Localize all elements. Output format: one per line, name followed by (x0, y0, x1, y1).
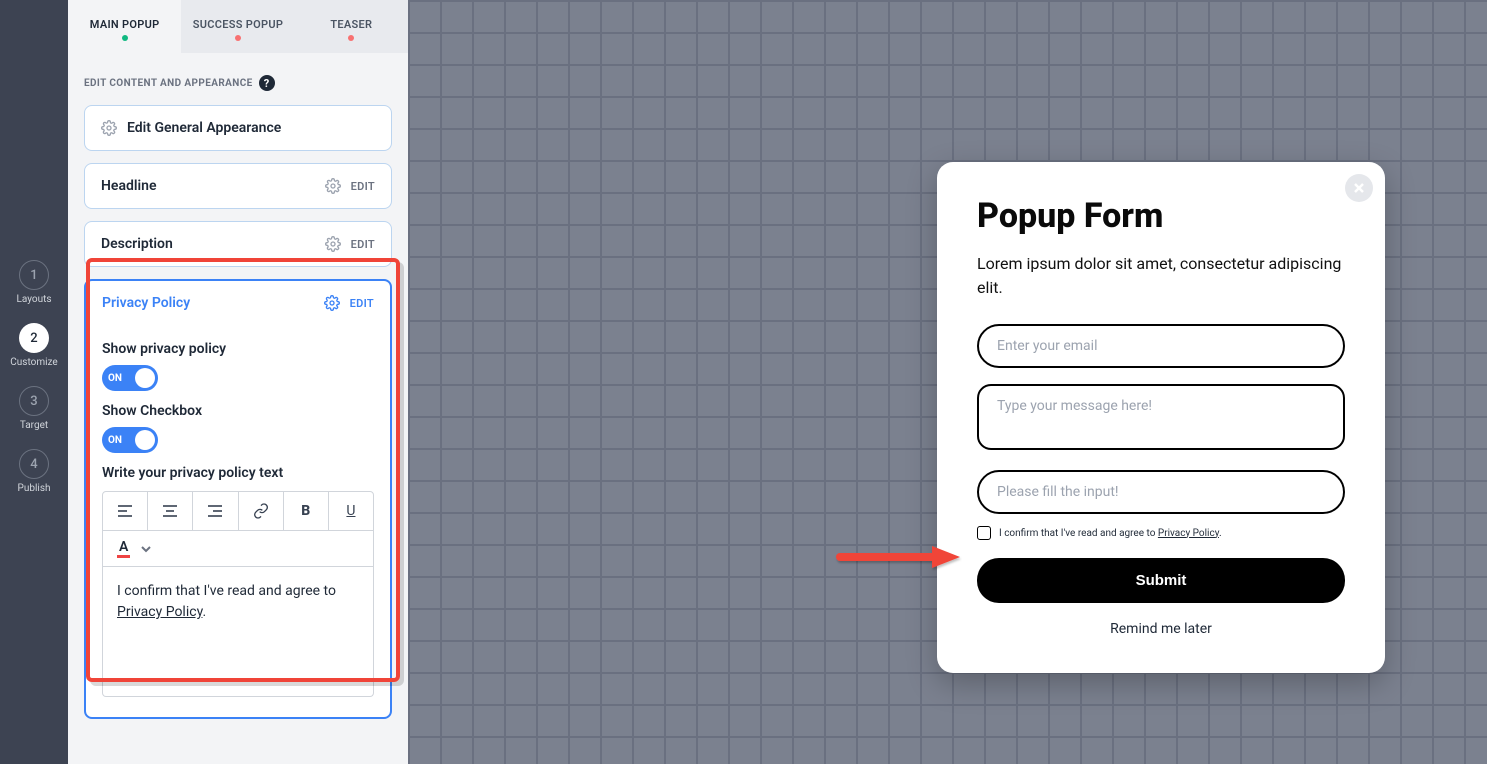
align-right-button[interactable] (193, 492, 238, 530)
nav-step-number: 1 (19, 260, 49, 290)
nav-step-label: Layouts (16, 294, 51, 305)
nav-step-layouts[interactable]: 1 Layouts (16, 260, 51, 305)
status-dot-icon (235, 35, 241, 41)
bold-button[interactable]: B (284, 492, 329, 530)
edit-label: EDIT (350, 297, 374, 310)
nav-step-publish[interactable]: 4 Publish (18, 449, 51, 494)
nav-step-number: 3 (19, 386, 49, 416)
nav-step-number: 2 (19, 323, 49, 353)
toggle-state: ON (108, 373, 122, 384)
gear-icon (325, 178, 341, 194)
card-privacy-policy: Privacy Policy EDIT Show privacy policy … (84, 279, 392, 719)
card-title: Description (101, 236, 315, 252)
gear-icon (324, 295, 340, 311)
link-button[interactable] (239, 492, 284, 530)
toggle-show-privacy[interactable]: ON (102, 365, 158, 391)
message-textarea[interactable] (977, 384, 1345, 450)
privacy-consent-text: I confirm that I've read and agree to Pr… (999, 528, 1222, 539)
tab-teaser[interactable]: TEASER (295, 0, 408, 53)
underline-button[interactable]: U (329, 492, 373, 530)
tab-label: TEASER (330, 18, 372, 31)
section-heading-text: EDIT CONTENT AND APPEARANCE (84, 78, 253, 89)
card-title: Edit General Appearance (127, 120, 375, 136)
card-title: Headline (101, 178, 315, 194)
option-label-show-checkbox: Show Checkbox (102, 403, 374, 419)
card-body: Show privacy policy ON Show Checkbox ON … (86, 325, 390, 717)
submit-button[interactable]: Submit (977, 558, 1345, 603)
card-general-appearance[interactable]: Edit General Appearance (84, 105, 392, 151)
popup-preview-window[interactable]: Popup Form Lorem ipsum dolor sit amet, c… (937, 162, 1385, 673)
help-icon[interactable]: ? (259, 75, 275, 91)
privacy-prefix: I confirm that I've read and agree to (999, 528, 1158, 539)
nav-step-number: 4 (19, 449, 49, 479)
edit-label: EDIT (351, 238, 375, 251)
privacy-suffix: . (1219, 528, 1222, 539)
align-left-button[interactable] (103, 492, 148, 530)
status-dot-icon (348, 35, 354, 41)
nav-step-label: Target (20, 420, 48, 431)
nav-step-customize[interactable]: 2 Customize (10, 323, 57, 368)
close-button[interactable] (1345, 174, 1373, 202)
tab-main-popup[interactable]: MAIN POPUP (68, 0, 181, 53)
editor-text-prefix: I confirm that I've read and agree to (117, 583, 336, 599)
privacy-text-editor[interactable]: I confirm that I've read and agree to Pr… (102, 567, 374, 697)
remind-later-link[interactable]: Remind me later (977, 621, 1345, 637)
editor-scroll-area[interactable]: EDIT CONTENT AND APPEARANCE ? Edit Gener… (68, 53, 408, 764)
nav-step-label: Publish (18, 483, 51, 494)
tab-label: MAIN POPUP (90, 18, 160, 31)
chevron-down-icon[interactable] (140, 543, 152, 555)
popup-preview-canvas: Popup Form Lorem ipsum dolor sit amet, c… (408, 0, 1487, 764)
section-heading: EDIT CONTENT AND APPEARANCE ? (84, 75, 392, 91)
editor-text-link: Privacy Policy (117, 604, 202, 620)
status-dot-icon (122, 35, 128, 41)
option-label-show-privacy: Show privacy policy (102, 341, 374, 357)
edit-label: EDIT (351, 180, 375, 193)
nav-step-label: Customize (10, 357, 57, 368)
tab-success-popup[interactable]: SUCCESS POPUP (181, 0, 294, 53)
editor-text-suffix: . (202, 604, 206, 620)
tab-label: SUCCESS POPUP (193, 18, 284, 31)
card-title: Privacy Policy (102, 295, 314, 311)
option-label-editor: Write your privacy policy text (102, 465, 374, 481)
text-color-button[interactable]: A (117, 539, 130, 558)
popup-title: Popup Form (977, 196, 1345, 236)
generic-input[interactable] (977, 470, 1345, 514)
card-headline[interactable]: Headline EDIT (84, 163, 392, 209)
align-center-button[interactable] (148, 492, 193, 530)
privacy-link[interactable]: Privacy Policy (1158, 528, 1219, 539)
card-header[interactable]: Privacy Policy EDIT (86, 281, 390, 325)
toggle-knob-icon (135, 368, 155, 388)
toggle-knob-icon (135, 430, 155, 450)
popup-description: Lorem ipsum dolor sit amet, consectetur … (977, 252, 1345, 300)
privacy-consent-row: I confirm that I've read and agree to Pr… (977, 526, 1345, 540)
nav-step-target[interactable]: 3 Target (19, 386, 49, 431)
rich-text-toolbar: B U A (102, 491, 374, 567)
privacy-checkbox[interactable] (977, 526, 991, 540)
popup-tab-row: MAIN POPUP SUCCESS POPUP TEASER (68, 0, 408, 53)
editor-side-panel: MAIN POPUP SUCCESS POPUP TEASER EDIT CON… (68, 0, 408, 764)
wizard-nav-rail: 1 Layouts 2 Customize 3 Target 4 Publish (0, 0, 68, 764)
card-description[interactable]: Description EDIT (84, 221, 392, 267)
toggle-show-checkbox[interactable]: ON (102, 427, 158, 453)
toggle-state: ON (108, 435, 122, 446)
email-input[interactable] (977, 324, 1345, 368)
gear-icon (325, 236, 341, 252)
gear-icon (101, 120, 117, 136)
